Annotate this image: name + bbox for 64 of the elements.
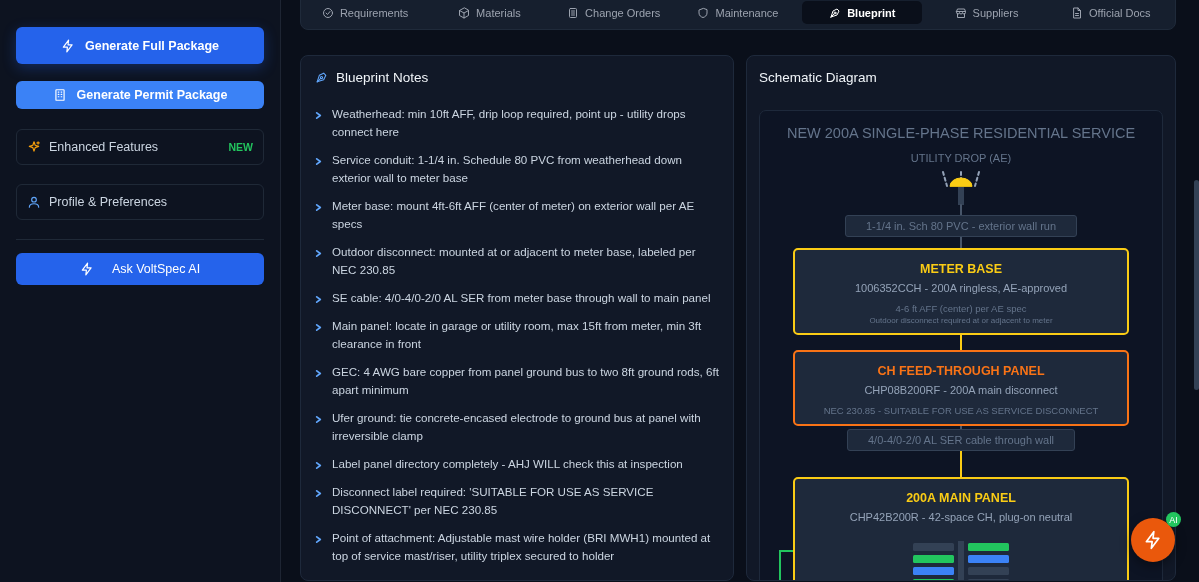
- tab[interactable]: Official Docs: [1050, 1, 1171, 24]
- new-label: NEW: [228, 141, 253, 153]
- generate-button[interactable]: Generate Permit Package: [16, 81, 264, 109]
- panel-title: Schematic Diagram: [759, 70, 878, 87]
- lightning-icon: [1143, 530, 1163, 550]
- source-label: UTILITY DROP (AE): [910, 152, 1012, 164]
- pen-nib-icon: [315, 71, 328, 84]
- note-text: GEC: 4 AWG bare copper from panel ground bus to two 8ft ground rods, 6ft apart minimum: [332, 364, 719, 398]
- diagram-heading: NEW 200A SINGLE-PHASE RESIDENTIAL SERVICE: [786, 125, 1136, 141]
- chevron-icon: [315, 112, 322, 119]
- sidebar-link[interactable]: Profile & Preferences: [16, 184, 264, 220]
- box-title: 200A MAIN PANEL: [906, 491, 1016, 505]
- note-text: Ufer ground: tie concrete-encased electrode to ground bus at panel with irreversible clamp: [332, 410, 702, 444]
- scrollbar-thumb[interactable]: [1194, 180, 1199, 390]
- panel-title: Blueprint Notes: [336, 70, 429, 85]
- chevron-icon: [315, 416, 322, 423]
- cable-run-label: 4/0-4/0-2/0 AL SER cable through wall: [846, 429, 1076, 451]
- user-icon: [27, 195, 41, 209]
- chevron-icon: [315, 462, 322, 469]
- file-icon: [1071, 6, 1084, 19]
- note-text: Main panel: locate in garage or utility room, max 15ft from meter, min 3ft clearance in front: [332, 318, 703, 352]
- sidebar-link[interactable]: Enhanced Features NEW: [16, 129, 264, 165]
- sparkle-icon: [27, 140, 41, 154]
- box-note: 4-6 ft AFF (center) per AE spec: [895, 303, 1027, 314]
- note-text: Label panel directory completely - AHJ WILL check this at inspection: [332, 456, 683, 472]
- box-title: METER BASE: [920, 262, 1002, 276]
- chevron-icon: [315, 370, 322, 377]
- box-note: NEC 230.85 - SUITABLE FOR USE AS SERVICE DISCONNECT: [823, 405, 1099, 416]
- note-text: Service conduit: 1-1/4 in. Schedule 80 PVC from weatherhead down exterior wall to meter base: [332, 152, 683, 186]
- box-subtitle: CHP42B200R - 42-space CH, plug-on neutral: [849, 511, 1073, 523]
- lightning-icon: [60, 38, 75, 53]
- tab[interactable]: Materials: [429, 1, 550, 24]
- lightning-icon: [79, 262, 94, 276]
- chevron-icon: [315, 250, 322, 257]
- chevron-icon: [315, 296, 322, 303]
- chevron-icon: [315, 204, 322, 211]
- chevron-icon: [315, 158, 322, 165]
- note-text: Meter base: mount 4ft-6ft AFF (center of meter) on exterior wall per AE specs: [332, 198, 696, 232]
- pen-nib-icon: [829, 6, 842, 19]
- chevron-icon: [315, 536, 322, 543]
- tab[interactable]: Change Orders: [553, 1, 674, 24]
- note-text: Weatherhead: min 10ft AFF, drip loop required, point up - utility drops connect here: [332, 106, 687, 140]
- cable-run-label: 1-1/4 in. Sch 80 PVC - exterior wall run: [844, 215, 1078, 237]
- ask-ai-button[interactable]: Ask VoltSpec AI: [16, 253, 264, 285]
- chevron-icon: [315, 490, 322, 497]
- note-text: Point of attachment: Adjustable mast wire holder (BRI MWH1) mounted at top of service mast/riser, utility triplex secured to holder: [332, 530, 712, 564]
- document-icon: [567, 6, 580, 19]
- box-subtitle: 1006352CCH - 200A ringless, AE-approved: [854, 282, 1068, 294]
- store-icon: [954, 6, 967, 19]
- note-text: SE cable: 4/0-4/0-2/0 AL SER from meter base through wall to main panel: [332, 290, 711, 306]
- tab[interactable]: Suppliers: [926, 1, 1047, 24]
- tab[interactable]: Blueprint: [802, 1, 923, 24]
- building-icon: [52, 88, 67, 102]
- check-circle-icon: [321, 6, 334, 19]
- tab[interactable]: Maintenance: [677, 1, 799, 24]
- box-title: CH FEED-THROUGH PANEL: [877, 364, 1045, 378]
- tab[interactable]: Requirements: [305, 1, 426, 24]
- shield-icon: [697, 6, 710, 19]
- box-subtitle: CHP08B200RF - 200A main disconnect: [864, 384, 1058, 396]
- generate-button[interactable]: Generate Full Package: [16, 27, 264, 64]
- note-text: Disconnect label required: 'SUITABLE FOR USE AS SERVICE DISCONNECT' per NEC 230.85: [332, 484, 655, 518]
- chevron-icon: [315, 324, 322, 331]
- cube-icon: [458, 6, 471, 19]
- note-text: Outdoor disconnect: mounted at or adjacent to meter base, labeled per NEC 230.85: [332, 244, 697, 278]
